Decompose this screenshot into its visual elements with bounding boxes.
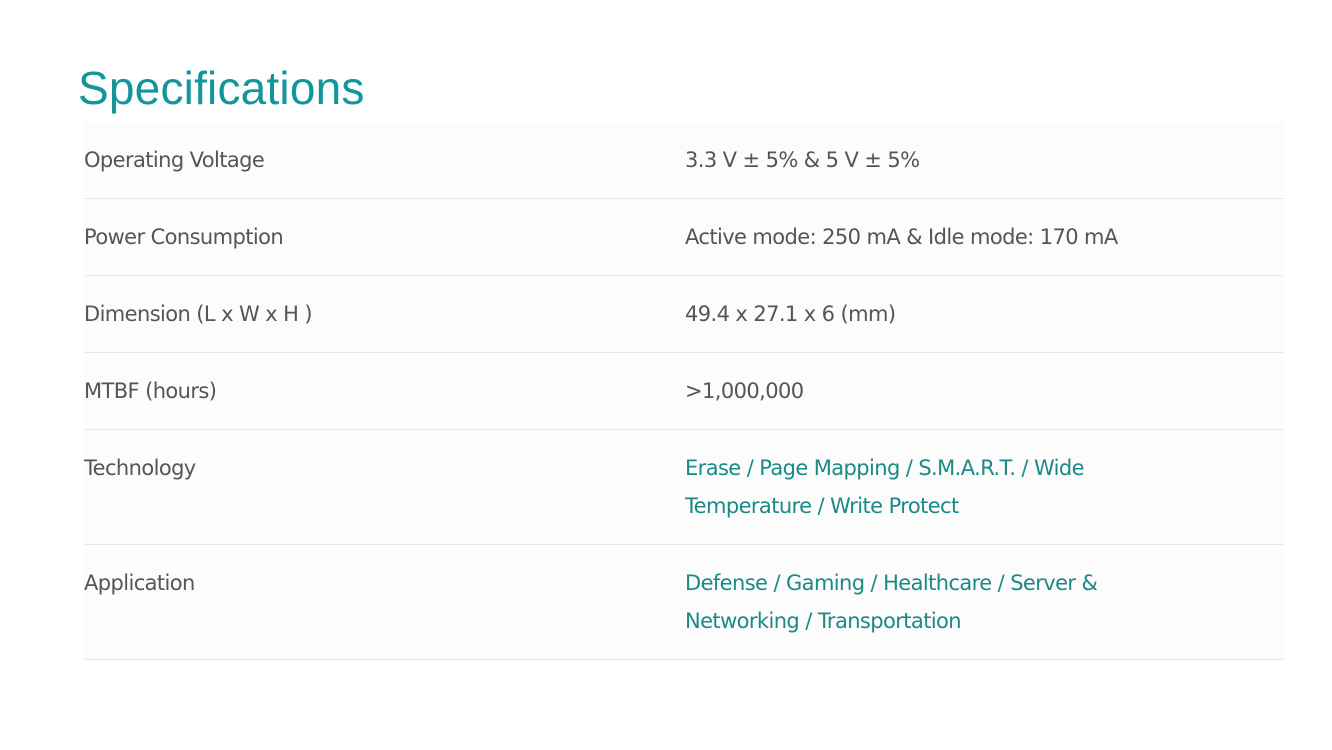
spec-row-power-consumption: Power Consumption Active mode: 250 mA & … (84, 199, 1284, 276)
spec-label: Operating Voltage (84, 148, 265, 172)
spec-label: Technology (84, 456, 196, 480)
spec-row-technology: Technology Erase / Page Mapping / S.M.A.… (84, 430, 1284, 545)
spec-value: Active mode: 250 mA & Idle mode: 170 mA (685, 225, 1118, 249)
spec-row-application: Application Defense / Gaming / Healthcar… (84, 545, 1284, 660)
section-title: Specifications (78, 62, 365, 114)
technology-links[interactable]: Erase / Page Mapping / S.M.A.R.T. / Wide… (685, 430, 1284, 544)
spec-value: 3.3 V ± 5% & 5 V ± 5% (685, 148, 920, 172)
spec-row-dimension: Dimension (L x W x H ) 49.4 x 27.1 x 6 (… (84, 276, 1284, 353)
spec-value: >1,000,000 (685, 379, 804, 403)
spec-label: Power Consumption (84, 225, 284, 249)
spec-label: Dimension (L x W x H ) (84, 302, 313, 326)
spec-value: 49.4 x 27.1 x 6 (mm) (685, 302, 896, 326)
spec-label: MTBF (hours) (84, 379, 217, 403)
spec-label: Application (84, 571, 195, 595)
spec-table: Operating Voltage 3.3 V ± 5% & 5 V ± 5% … (84, 122, 1284, 660)
application-links[interactable]: Defense / Gaming / Healthcare / Server &… (685, 545, 1284, 659)
specifications-page: Specifications Operating Voltage 3.3 V ±… (0, 0, 1332, 750)
spec-row-mtbf: MTBF (hours) >1,000,000 (84, 353, 1284, 430)
spec-row-operating-voltage: Operating Voltage 3.3 V ± 5% & 5 V ± 5% (84, 122, 1284, 199)
